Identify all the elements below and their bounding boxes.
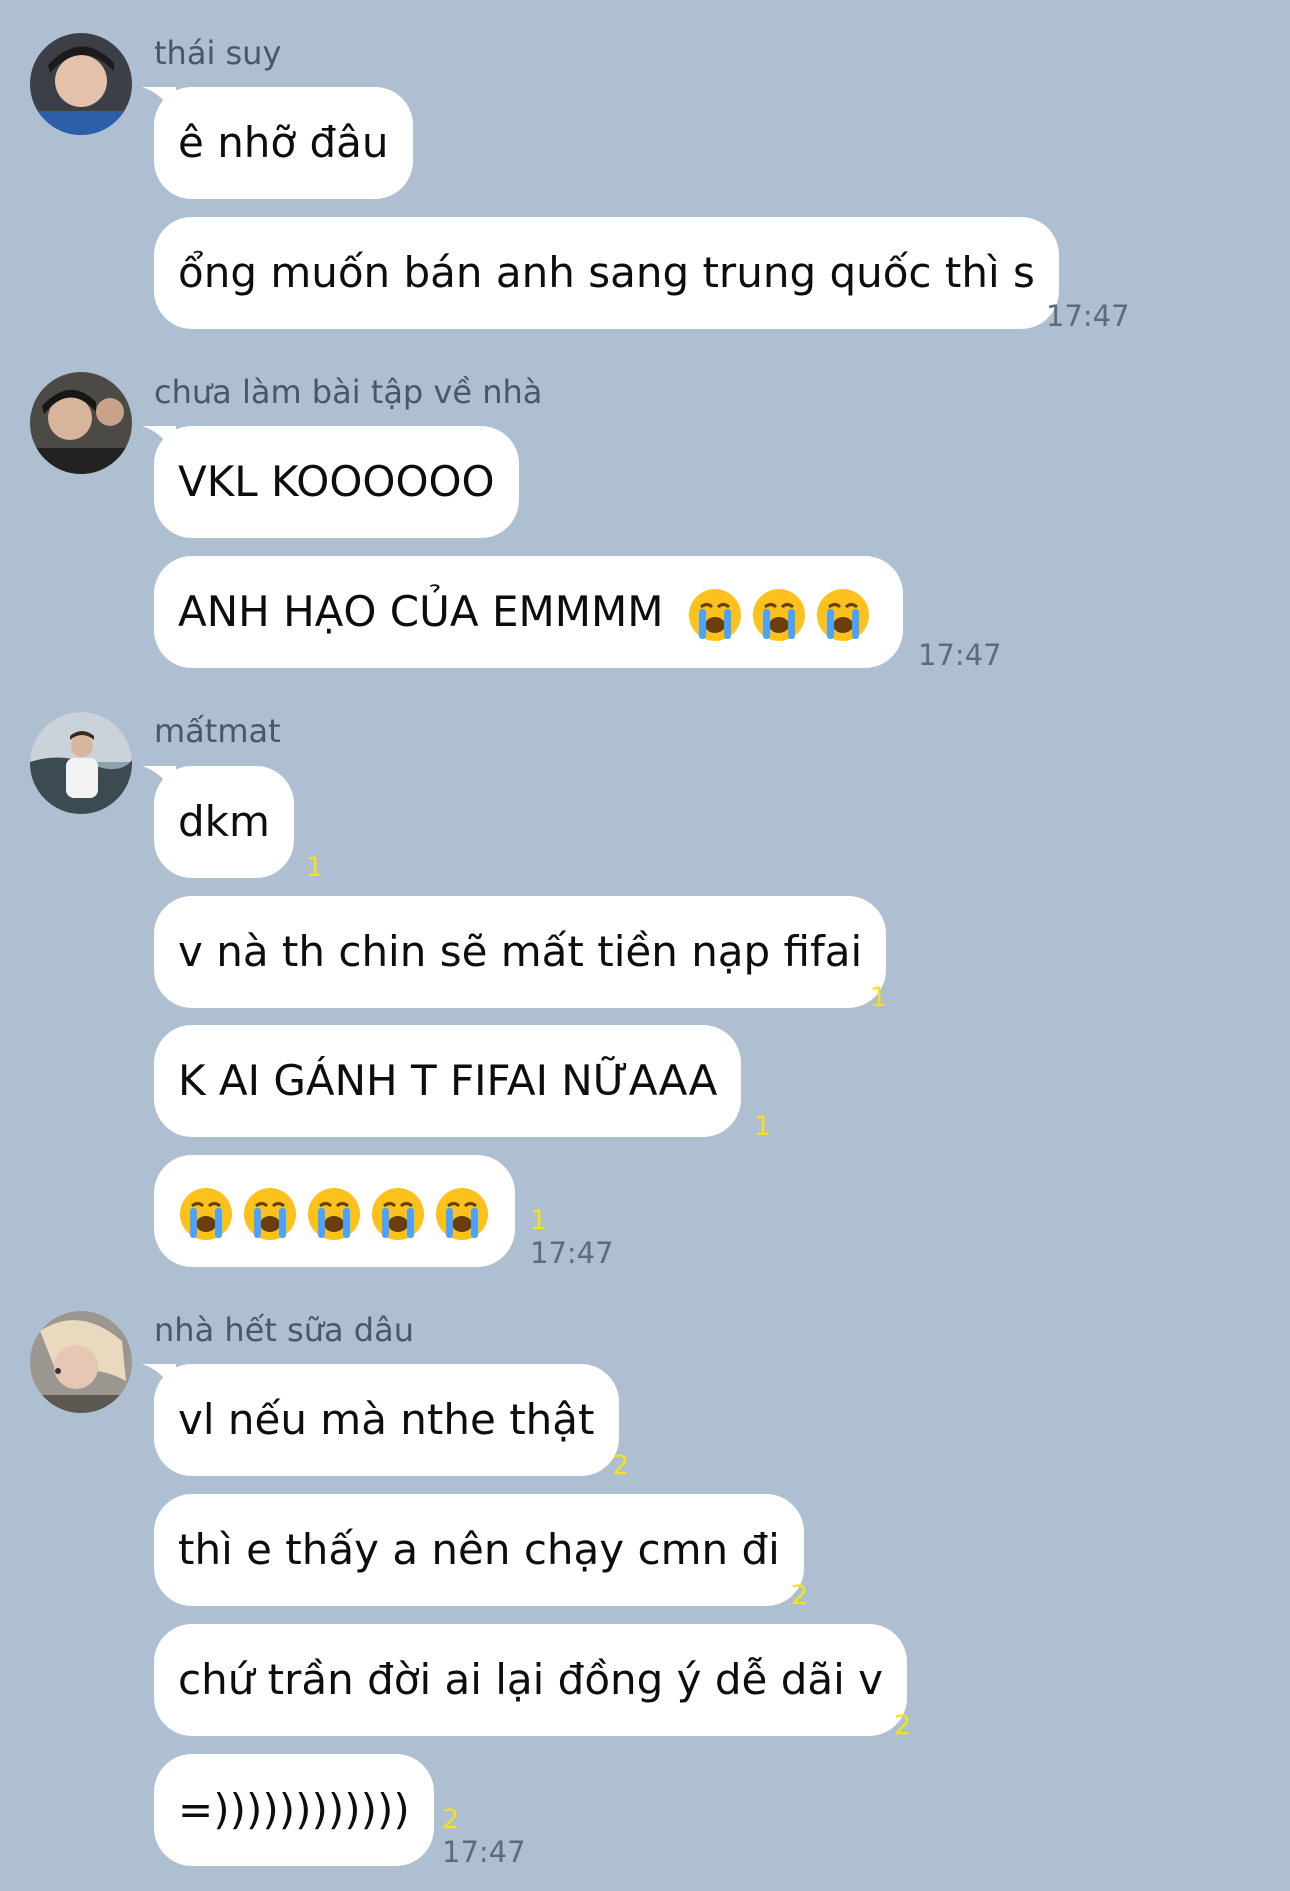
message-bubble[interactable]: VKL KOOOOOO bbox=[154, 426, 519, 538]
sender-name: nhà hết sữa dâu bbox=[154, 1311, 414, 1349]
message-bubble[interactable] bbox=[154, 1155, 515, 1267]
timestamp: 17:47 bbox=[530, 1236, 614, 1270]
sender-name: chưa làm bài tập về nhà bbox=[154, 373, 543, 411]
timestamp: 17:47 bbox=[1046, 299, 1130, 333]
message-text: ANH HẠO CỦA EMMMM bbox=[178, 587, 664, 636]
message-bubble[interactable]: vl nếu mà nthe thật bbox=[154, 1364, 619, 1476]
message-bubble[interactable]: ổng muốn bán anh sang trung quốc thì s bbox=[154, 217, 1059, 329]
read-count: 1 bbox=[754, 1111, 772, 1142]
avatar[interactable] bbox=[30, 1311, 132, 1413]
loudly-crying-face-icon bbox=[688, 588, 741, 641]
message-bubble[interactable]: K AI GÁNH T FIFAI NỮAAA bbox=[154, 1025, 742, 1137]
loudly-crying-face-icon bbox=[180, 1187, 232, 1240]
sender-name: thái suy bbox=[154, 34, 282, 72]
loudly-crying-face-icon bbox=[752, 588, 805, 641]
message-bubble[interactable]: chứ trần đời ai lại đồng ý dễ dãi v bbox=[154, 1624, 907, 1736]
loudly-crying-face-icon bbox=[816, 588, 869, 641]
message-bubble[interactable]: =)))))))))))) bbox=[154, 1754, 434, 1866]
read-count: 2 bbox=[442, 1804, 460, 1835]
timestamp: 17:47 bbox=[442, 1835, 526, 1869]
sender-name: mấtmat bbox=[154, 712, 281, 750]
timestamp: 17:47 bbox=[918, 638, 1002, 672]
message-bubble[interactable]: ANH HẠO CỦA EMMMM bbox=[154, 556, 903, 668]
message-bubble[interactable]: dkm bbox=[154, 766, 294, 878]
read-count: 1 bbox=[530, 1205, 548, 1236]
read-count: 1 bbox=[870, 982, 888, 1013]
read-count: 1 bbox=[306, 852, 324, 883]
read-count: 2 bbox=[791, 1580, 809, 1611]
message-bubble[interactable]: v nà th chin sẽ mất tiền nạp fifai bbox=[154, 896, 887, 1008]
loudly-crying-face-icon bbox=[308, 1187, 360, 1240]
loudly-crying-face-icon bbox=[372, 1187, 424, 1240]
message-bubble[interactable]: ê nhỡ đâu bbox=[154, 87, 413, 199]
avatar[interactable] bbox=[30, 712, 132, 814]
message-bubble[interactable]: thì e thấy a nên chạy cmn đi bbox=[154, 1494, 804, 1606]
avatar[interactable] bbox=[30, 372, 132, 474]
loudly-crying-face-icon bbox=[436, 1187, 488, 1240]
read-count: 2 bbox=[894, 1710, 912, 1741]
loudly-crying-face-icon bbox=[244, 1187, 296, 1240]
read-count: 2 bbox=[612, 1450, 630, 1481]
avatar[interactable] bbox=[30, 33, 132, 135]
